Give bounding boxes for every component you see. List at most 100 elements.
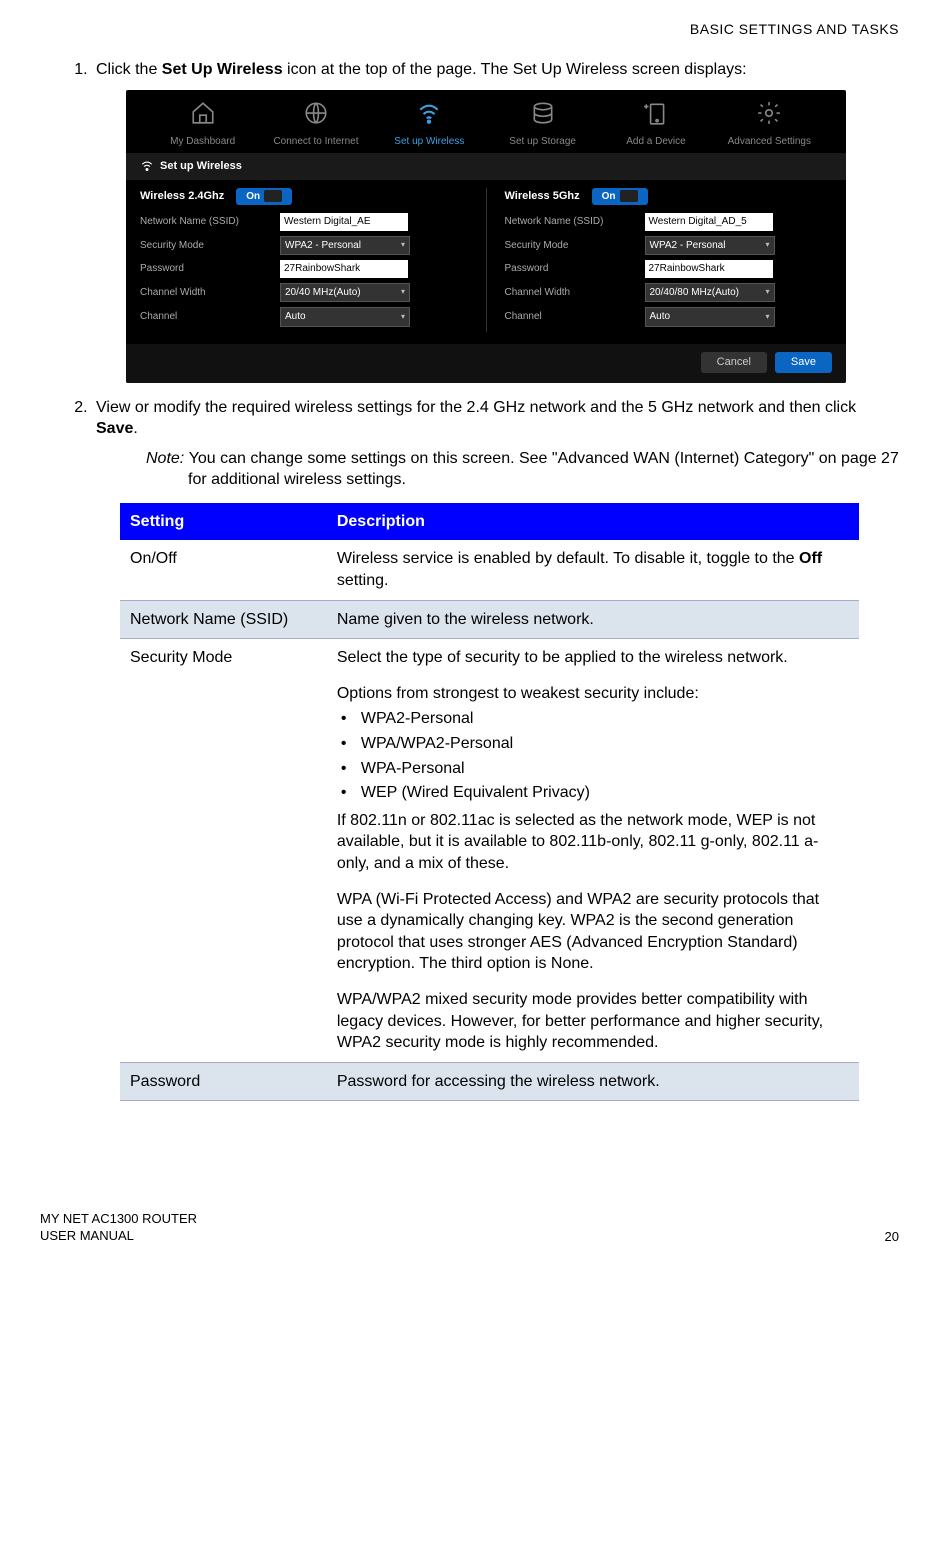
ch24-value: Auto [285, 310, 306, 324]
step-1: Click the Set Up Wireless icon at the to… [92, 59, 899, 383]
ssid24-input[interactable]: Western Digital_AE [280, 213, 408, 231]
col24-title: Wireless 2.4Ghz [140, 189, 224, 204]
nav-device-label: Add a Device [599, 135, 712, 149]
r3-p3: If 802.11n or 802.11ac is selected as th… [337, 810, 849, 875]
step1-text-pre: Click the [96, 61, 162, 78]
cw24-label: Channel Width [140, 286, 270, 300]
cell-setting: Security Mode [120, 639, 327, 1063]
step1-text-post: icon at the top of the page. The Set Up … [283, 61, 747, 78]
step1-bold: Set Up Wireless [162, 61, 283, 78]
ch5-value: Auto [650, 310, 671, 324]
list-item: WPA-Personal [357, 758, 849, 780]
sec24-label: Security Mode [140, 239, 270, 253]
step-2: View or modify the required wireless set… [92, 397, 899, 1102]
list-item: WEP (Wired Equivalent Privacy) [357, 782, 849, 804]
page-footer: MY NET AC1300 ROUTER USER MANUAL 20 [40, 1211, 899, 1245]
list-item: WPA/WPA2-Personal [357, 733, 849, 755]
cell-setting: Network Name (SSID) [120, 600, 327, 639]
r3-p4: WPA (Wi-Fi Protected Access) and WPA2 ar… [337, 889, 849, 975]
storage-icon [529, 100, 557, 126]
wireless-24-column: Wireless 2.4Ghz On Network Name (SSID) We… [140, 188, 468, 332]
nav-wireless[interactable]: Set up Wireless [373, 100, 486, 148]
section-header: BASIC SETTINGS AND TASKS [40, 20, 899, 39]
wifi-icon [415, 100, 443, 126]
ch5-label: Channel [505, 310, 635, 324]
ssid5-label: Network Name (SSID) [505, 215, 635, 229]
chevron-down-icon: ▾ [401, 240, 405, 251]
nav-storage[interactable]: Set up Storage [486, 100, 599, 148]
cw24-value: 20/40 MHz(Auto) [285, 286, 361, 300]
chevron-down-icon: ▾ [765, 312, 769, 323]
ch5-select[interactable]: Auto ▾ [645, 307, 775, 327]
sec24-value: WPA2 - Personal [285, 239, 361, 253]
r3-p5: WPA/WPA2 mixed security mode provides be… [337, 989, 849, 1054]
page-number: 20 [885, 1228, 899, 1246]
sec5-label: Security Mode [505, 239, 635, 253]
panel-title: Set up Wireless [126, 153, 846, 180]
cw5-label: Channel Width [505, 286, 635, 300]
nav-advanced-label: Advanced Settings [713, 135, 826, 149]
footer-line2: USER MANUAL [40, 1228, 899, 1245]
nav-dashboard[interactable]: My Dashboard [146, 100, 259, 148]
nav-storage-label: Set up Storage [486, 135, 599, 149]
step2-text-post: . [133, 420, 137, 437]
toggle-24[interactable]: On [236, 188, 292, 206]
cell-desc: Select the type of security to be applie… [327, 639, 859, 1063]
nav-device[interactable]: Add a Device [599, 100, 712, 148]
nav-dashboard-label: My Dashboard [146, 135, 259, 149]
note-block: Note: You can change some settings on th… [146, 448, 899, 491]
sec24-select[interactable]: WPA2 - Personal ▾ [280, 236, 410, 256]
step2-text-pre: View or modify the required wireless set… [96, 399, 856, 416]
r1-bold: Off [799, 550, 822, 567]
note-text: You can change some settings on this scr… [188, 450, 899, 489]
sec5-select[interactable]: WPA2 - Personal ▾ [645, 236, 775, 256]
r1-pre: Wireless service is enabled by default. … [337, 550, 799, 567]
cancel-button[interactable]: Cancel [701, 352, 767, 373]
table-row: Password Password for accessing the wire… [120, 1062, 859, 1101]
cw5-value: 20/40/80 MHz(Auto) [650, 286, 740, 300]
cell-setting: On/Off [120, 540, 327, 600]
nav-connect-label: Connect to Internet [259, 135, 372, 149]
step2-bold: Save [96, 420, 133, 437]
th-description: Description [327, 503, 859, 541]
toggle-5[interactable]: On [592, 188, 648, 206]
cell-setting: Password [120, 1062, 327, 1101]
nav-wireless-label: Set up Wireless [373, 135, 486, 149]
ch24-select[interactable]: Auto ▾ [280, 307, 410, 327]
cw24-select[interactable]: 20/40 MHz(Auto) ▾ [280, 283, 410, 303]
cell-desc: Name given to the wireless network. [327, 600, 859, 639]
table-row: On/Off Wireless service is enabled by de… [120, 540, 859, 600]
gear-icon [755, 100, 783, 126]
pw24-input[interactable]: 27RainbowShark [280, 260, 408, 278]
wireless-setup-screenshot: My Dashboard Connect to Internet Set up … [126, 90, 846, 382]
nav-connect[interactable]: Connect to Internet [259, 100, 372, 148]
nav-advanced[interactable]: Advanced Settings [713, 100, 826, 148]
security-options-list: WPA2-Personal WPA/WPA2-Personal WPA-Pers… [337, 708, 849, 803]
pw5-input[interactable]: 27RainbowShark [645, 260, 773, 278]
ch24-label: Channel [140, 310, 270, 324]
ssid5-input[interactable]: Western Digital_AD_5 [645, 213, 773, 231]
r3-p2: Options from strongest to weakest securi… [337, 683, 849, 705]
chevron-down-icon: ▾ [401, 287, 405, 298]
chevron-down-icon: ▾ [401, 312, 405, 323]
note-label: Note: [146, 450, 184, 467]
sec5-value: WPA2 - Personal [650, 239, 726, 253]
th-setting: Setting [120, 503, 327, 541]
save-button[interactable]: Save [775, 352, 832, 373]
chevron-down-icon: ▾ [765, 287, 769, 298]
r3-p1: Select the type of security to be applie… [337, 647, 849, 669]
pw24-label: Password [140, 262, 270, 276]
list-item: WPA2-Personal [357, 708, 849, 730]
wireless-5-column: Wireless 5Ghz On Network Name (SSID)West… [486, 188, 833, 332]
globe-icon [302, 100, 330, 126]
r1-post: setting. [337, 572, 389, 589]
footer-line1: MY NET AC1300 ROUTER [40, 1211, 899, 1228]
settings-table: Setting Description On/Off Wireless serv… [120, 503, 859, 1101]
wifi-small-icon [140, 159, 154, 173]
table-row: Network Name (SSID) Name given to the wi… [120, 600, 859, 639]
cw5-select[interactable]: 20/40/80 MHz(Auto) ▾ [645, 283, 775, 303]
cell-desc: Wireless service is enabled by default. … [327, 540, 859, 600]
ssid24-label: Network Name (SSID) [140, 215, 270, 229]
chevron-down-icon: ▾ [765, 240, 769, 251]
device-icon [642, 100, 670, 126]
